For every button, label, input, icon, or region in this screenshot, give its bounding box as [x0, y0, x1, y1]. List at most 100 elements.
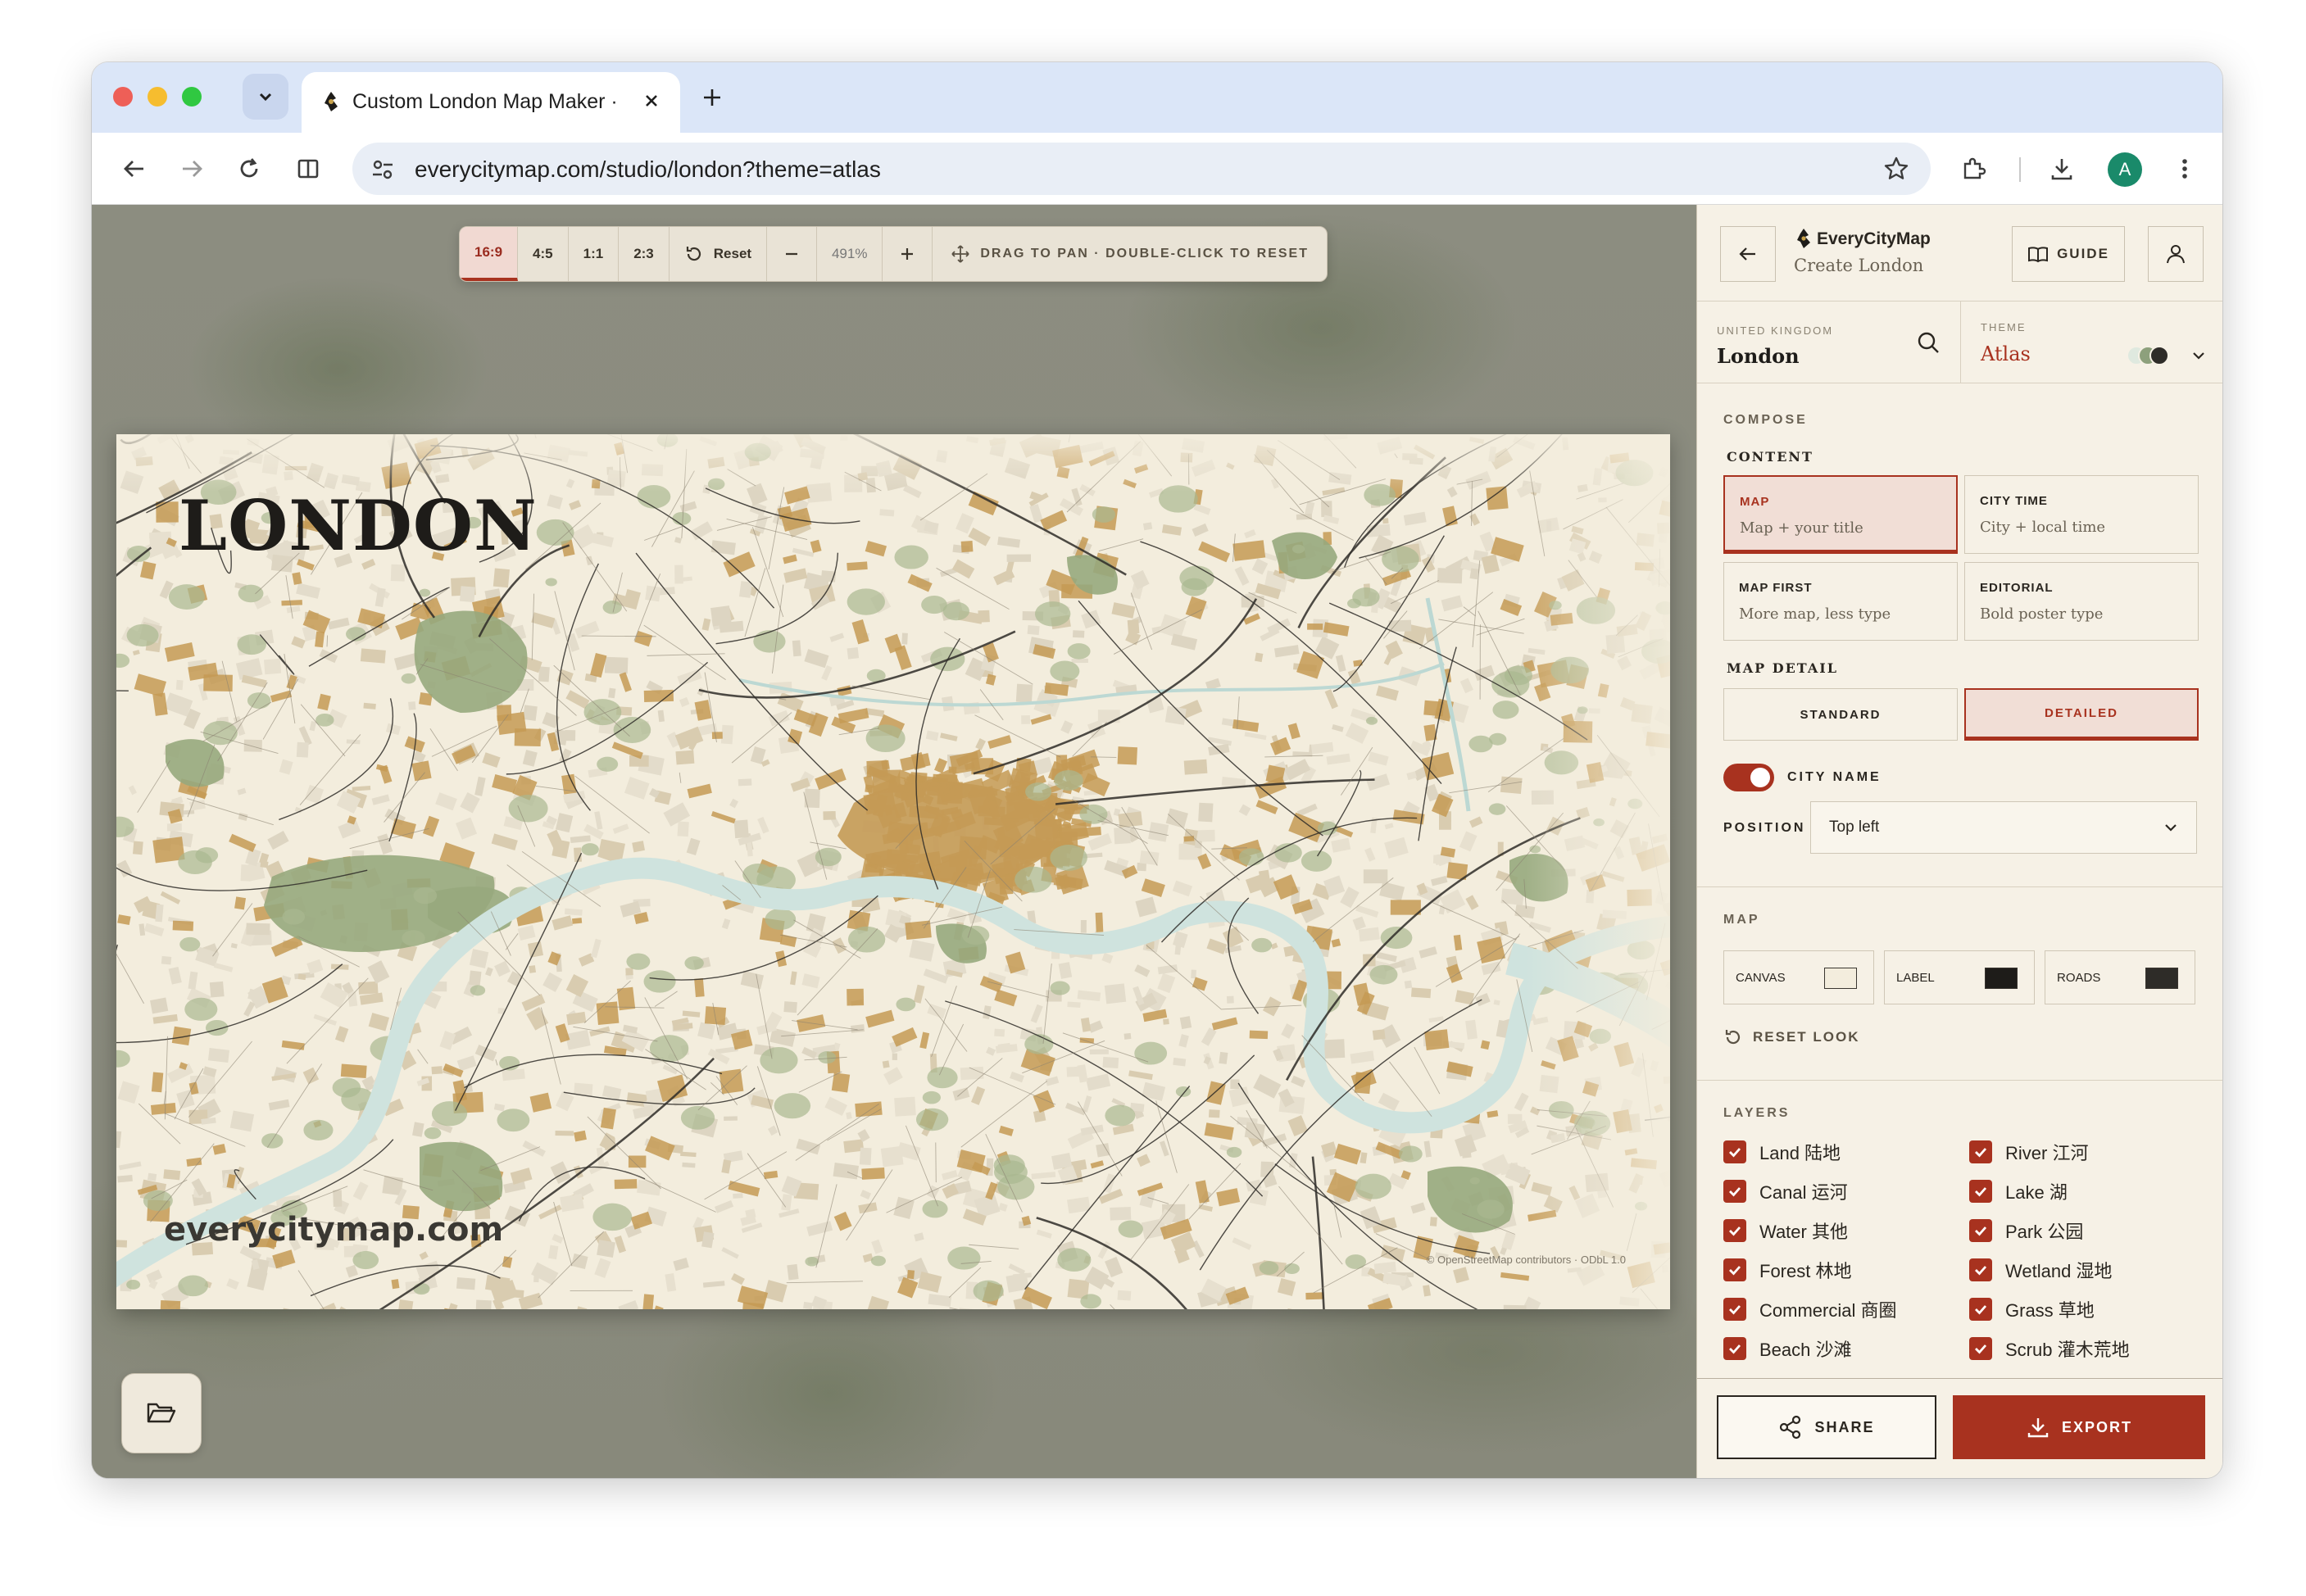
card-title: MAP FIRST	[1739, 581, 1813, 595]
folder-open-icon	[147, 1403, 176, 1423]
color-label: LABEL	[1896, 971, 1935, 985]
content-card-city-time[interactable]: CITY TIME City + local time	[1964, 475, 2199, 554]
guide-button[interactable]: GUIDE	[2012, 226, 2125, 282]
detail-detailed-option[interactable]: DETAILED	[1964, 688, 2199, 741]
reload-button[interactable]	[229, 149, 269, 188]
layers-section-title: LAYERS	[1723, 1106, 1791, 1120]
split-view-button[interactable]	[288, 149, 328, 188]
book-icon	[2028, 247, 2049, 263]
minus-icon	[786, 252, 797, 256]
forward-button[interactable]	[172, 149, 211, 188]
checkbox-checked-icon	[1969, 1258, 1992, 1281]
reset-view-button[interactable]: Reset	[670, 227, 768, 281]
export-label: EXPORT	[2061, 1418, 2132, 1435]
position-select[interactable]: Top left	[1810, 801, 2197, 854]
everycitymap-logo-icon	[325, 92, 338, 111]
ratio-1-1-button[interactable]: 1:1	[569, 227, 620, 281]
layer-toggle[interactable]: Forest 林地	[1723, 1257, 1851, 1283]
layer-toggle[interactable]: Water 其他	[1723, 1217, 1848, 1244]
map-poster[interactable]: LONDON everycitymap.com © OpenStreetMap …	[116, 434, 1670, 1309]
theme-swatches[interactable]	[2127, 346, 2169, 365]
share-button[interactable]: SHARE	[1717, 1395, 1936, 1459]
card-desc: Map + your title	[1740, 519, 1863, 537]
bookmark-star-icon[interactable]	[1883, 156, 1909, 182]
arrow-left-icon	[124, 161, 143, 177]
card-desc: Bold poster type	[1980, 605, 2104, 623]
downloads-button[interactable]	[2042, 149, 2081, 188]
theme-label: THEME	[1981, 321, 2027, 333]
layer-toggle[interactable]: Scrub 灌木荒地	[1969, 1335, 2130, 1362]
panel-footer: SHARE EXPORT	[1697, 1378, 2222, 1478]
poster-brand: everycitymap.com	[164, 1211, 504, 1249]
ratio-16-9-button[interactable]: 16:9	[460, 227, 519, 281]
checkbox-checked-icon	[1723, 1219, 1746, 1242]
everycitymap-logo-icon	[1797, 229, 1810, 248]
layer-label: Canal 运河	[1759, 1182, 1848, 1203]
content-card-map-first[interactable]: MAP FIRST More map, less type	[1723, 562, 1958, 641]
layer-toggle[interactable]: Commercial 商圈	[1723, 1296, 1896, 1322]
extensions-button[interactable]	[1954, 149, 1993, 188]
checkbox-checked-icon	[1723, 1140, 1746, 1163]
maximize-window-button[interactable]	[182, 87, 202, 107]
ratio-4-5-button[interactable]: 4:5	[518, 227, 569, 281]
location-picker[interactable]: UNITED KINGDOM London	[1697, 302, 1961, 383]
ratio-2-3-button[interactable]: 2:3	[619, 227, 670, 281]
theme-value[interactable]: Atlas	[1981, 342, 2031, 365]
position-value: Top left	[1829, 818, 1880, 836]
checkbox-checked-icon	[1723, 1258, 1746, 1281]
layer-toggle[interactable]: Wetland 湿地	[1969, 1257, 2112, 1283]
canvas-color-picker[interactable]: CANVAS	[1723, 950, 1874, 1004]
layer-toggle[interactable]: River 江河	[1969, 1139, 2088, 1165]
download-icon	[2051, 159, 2072, 180]
content-card-map[interactable]: MAP Map + your title	[1723, 475, 1958, 554]
card-desc: More map, less type	[1739, 605, 1891, 623]
reset-look-button[interactable]: RESET LOOK	[1723, 1027, 1860, 1047]
layer-toggle[interactable]: Park 公园	[1969, 1217, 2083, 1244]
layer-toggle[interactable]: Beach 沙滩	[1723, 1335, 1852, 1362]
open-projects-button[interactable]	[121, 1373, 202, 1453]
close-tab-button[interactable]	[638, 87, 665, 115]
zoom-level: 491%	[817, 227, 883, 281]
active-tab[interactable]: Custom London Map Maker · EveryCityMap	[302, 72, 680, 133]
new-tab-button[interactable]	[695, 80, 729, 115]
account-button[interactable]	[2148, 226, 2204, 282]
city-name-toggle[interactable]	[1723, 764, 1774, 791]
zoom-in-button[interactable]	[883, 227, 933, 281]
tab-search-button[interactable]	[243, 74, 288, 120]
plus-icon	[704, 89, 720, 106]
chevron-down-icon	[259, 93, 272, 102]
back-button[interactable]	[115, 149, 154, 188]
layer-label: Beach 沙滩	[1759, 1340, 1852, 1360]
address-bar[interactable]: everycitymap.com/studio/london?theme=atl…	[352, 143, 1931, 195]
layer-toggle[interactable]: Grass 草地	[1969, 1296, 2095, 1322]
checkbox-checked-icon	[1969, 1140, 1992, 1163]
poster-city-title: LONDON	[179, 485, 538, 566]
plus-icon	[901, 248, 914, 260]
zoom-out-button[interactable]	[767, 227, 817, 281]
card-title: MAP	[1740, 495, 1770, 509]
profile-avatar[interactable]: A	[2108, 152, 2142, 187]
content-card-editorial[interactable]: EDITORIAL Bold poster type	[1964, 562, 2199, 641]
search-icon[interactable]	[1915, 329, 1941, 356]
export-button[interactable]: EXPORT	[1953, 1395, 2205, 1459]
arrow-left-icon	[1739, 247, 1755, 261]
position-label: POSITION	[1723, 821, 1806, 835]
site-settings-icon[interactable]	[370, 157, 395, 182]
reset-icon	[686, 247, 701, 261]
browser-menu-button[interactable]	[2165, 149, 2204, 188]
preview-canvas[interactable]: 16:9 4:5 1:1 2:3 Reset 491% DRAG TO PAN …	[92, 205, 1696, 1478]
close-window-button[interactable]	[113, 87, 133, 107]
panel-back-button[interactable]	[1720, 226, 1776, 282]
detail-standard-option[interactable]: STANDARD	[1723, 688, 1958, 741]
tab-title: Custom London Map Maker · EveryCityMap	[352, 90, 623, 113]
chevron-down-icon[interactable]	[2190, 347, 2207, 364]
layer-toggle[interactable]: Land 陆地	[1723, 1139, 1841, 1165]
layer-toggle[interactable]: Lake 湖	[1969, 1178, 2068, 1204]
roads-color-picker[interactable]: ROADS	[2045, 950, 2195, 1004]
color-chip	[2145, 968, 2178, 989]
label-color-picker[interactable]: LABEL	[1884, 950, 2035, 1004]
browser-window: Custom London Map Maker · EveryCityMap e…	[92, 62, 2222, 1478]
url-text: everycitymap.com/studio/london?theme=atl…	[415, 156, 881, 182]
layer-toggle[interactable]: Canal 运河	[1723, 1178, 1848, 1204]
minimize-window-button[interactable]	[148, 87, 167, 107]
